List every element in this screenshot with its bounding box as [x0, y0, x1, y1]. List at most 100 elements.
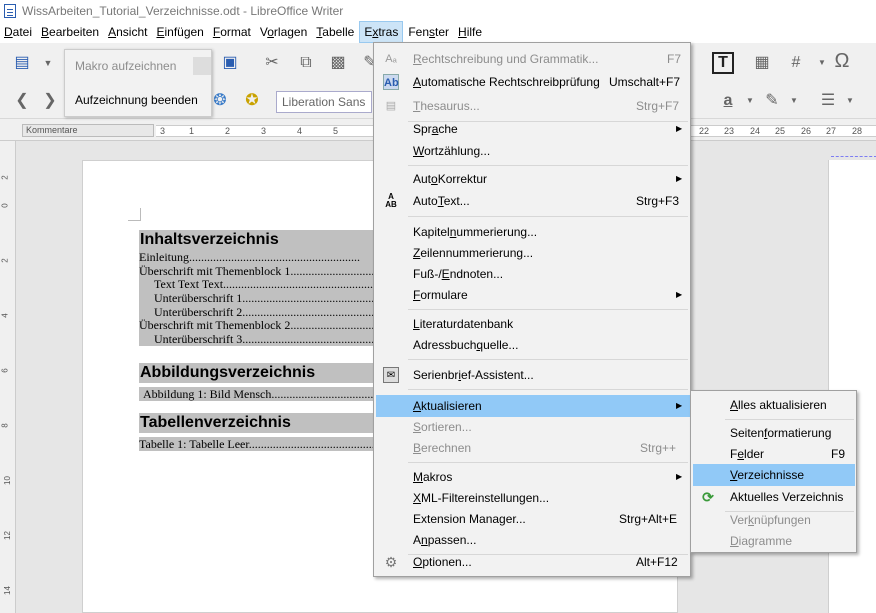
table-of-contents[interactable]: Inhaltsverzeichnis Einleitung...........… [139, 230, 375, 346]
menu-item-berechnen[interactable]: Berechnen Strg++ [374, 437, 690, 459]
gallery-icon[interactable]: ✪ [242, 91, 262, 111]
toc-entry[interactable]: Unterüberschrift 1......................… [139, 291, 375, 305]
copy-icon[interactable]: ⧉ [296, 53, 316, 73]
mail-merge-icon: ✉ [383, 367, 399, 383]
vruler-number: 8 [0, 423, 10, 428]
menu-fenster[interactable]: Fenster [404, 21, 453, 43]
image-icon[interactable]: ▦ [752, 53, 772, 73]
menu-item-adressbuchquelle[interactable]: Adressbuchquelle... [374, 334, 690, 356]
toc-entry[interactable]: Überschrift mit Themenblock 1...........… [139, 263, 375, 278]
menu-item-extension-manager[interactable]: Extension Manager... Strg+Alt+E [374, 508, 690, 530]
submenu-item-alles-aktualisieren[interactable]: Alles aktualisieren [691, 394, 856, 416]
toc-entry[interactable]: Unterüberschrift 2......................… [139, 304, 375, 319]
update-submenu: Alles aktualisieren Seitenformatierung F… [690, 390, 857, 553]
menu-hilfe[interactable]: Hilfe [454, 21, 486, 43]
ruler-number: 1 [189, 126, 195, 136]
vruler-number: 2 [0, 258, 10, 263]
toc-entry[interactable]: Unterüberschrift 3......................… [139, 332, 375, 346]
stop-recording-item[interactable]: Aufzeichnung beenden [75, 93, 198, 107]
menu-item-aktualisieren[interactable]: Aktualisieren ▶ [376, 395, 690, 417]
paste-icon[interactable]: ▩ [328, 53, 348, 73]
menu-item-autokorrektur[interactable]: AutoKorrektur ▶ [374, 168, 690, 190]
menu-item-anpassen[interactable]: Anpassen... [374, 529, 690, 551]
menu-item-thesaurus[interactable]: ▤ Thesaurus... Strg+F7 [374, 95, 690, 117]
record-macro-icon [193, 57, 211, 75]
submenu-item-felder[interactable]: Felder F9 [691, 443, 856, 465]
submenu-arrow-icon: ▶ [676, 401, 683, 410]
submenu-item-diagramme[interactable]: Diagramme [691, 530, 856, 552]
font-name-box[interactable]: Liberation Sans [276, 91, 372, 113]
menu-item-formulare[interactable]: Formulare ▶ [374, 284, 690, 306]
field-dropdown-icon[interactable]: ▼ [812, 53, 832, 73]
menu-bearbeiten[interactable]: Bearbeiten [37, 21, 103, 43]
menu-item-xml-filtereinstellungen[interactable]: XML-Filtereinstellungen... [374, 487, 690, 509]
vruler-number: 6 [0, 368, 10, 373]
menu-item-literaturdatenbank[interactable]: Literaturdatenbank [374, 313, 690, 335]
submenu-item-seitenformatierung[interactable]: Seitenformatierung [691, 422, 856, 444]
new-dropdown-icon[interactable]: ▼ [38, 53, 58, 73]
figures-entry[interactable]: Abbildung 1: Bild Mensch................… [139, 387, 375, 401]
list-icon[interactable]: ☰ [818, 91, 838, 111]
submenu-arrow-icon: ▶ [676, 472, 683, 481]
menu-item-autotext[interactable]: A AB AutoText... Strg+F3 [374, 190, 690, 212]
menu-item-zeilennummerierung[interactable]: Zeilennummerierung... [374, 242, 690, 264]
menu-item-wortzaehlung[interactable]: Wortzählung... [374, 140, 690, 162]
menu-item-sortieren[interactable]: Sortieren... [374, 416, 690, 438]
ruler-number: 3 [160, 126, 166, 136]
navigator-icon[interactable]: ❂ [210, 91, 230, 111]
comments-ruler-label[interactable]: Kommentare [22, 124, 154, 137]
undo-icon[interactable]: ❮ [12, 91, 32, 111]
menu-datei[interactable]: Datei [0, 21, 36, 43]
menu-separator [725, 419, 854, 420]
toc-entry[interactable]: Überschrift mit Themenblock 2...........… [139, 318, 375, 333]
cut-icon[interactable]: ✂ [262, 53, 282, 73]
list-dropdown-icon[interactable]: ▼ [840, 91, 860, 111]
menu-tabelle[interactable]: Tabelle [312, 21, 358, 43]
new-document-icon[interactable]: ▤ [12, 53, 32, 73]
spellcheck-icon: Aₐ [385, 53, 397, 65]
ruler-number: 3 [261, 126, 267, 136]
font-color-icon[interactable]: a [718, 91, 738, 111]
font-color-dropdown-icon[interactable]: ▼ [740, 91, 760, 111]
menu-separator [408, 389, 688, 390]
submenu-item-verzeichnisse[interactable]: Verzeichnisse [693, 464, 855, 486]
tables-entry[interactable]: Tabelle 1: Tabelle Leer.................… [139, 437, 375, 451]
page-boundary [831, 156, 876, 157]
menu-item-fuss-endnoten[interactable]: Fuß-/Endnoten... [374, 263, 690, 285]
toc-heading: Inhaltsverzeichnis [139, 230, 375, 250]
submenu-item-aktuelles-verzeichnis[interactable]: ⟳ Aktuelles Verzeichnis [691, 486, 856, 508]
ruler-number: 23 [724, 126, 735, 136]
vruler-number: 14 [2, 586, 12, 595]
menu-ansicht[interactable]: Ansicht [104, 21, 151, 43]
menu-item-rechtschreibung[interactable]: Aₐ Rechtschreibung und Grammatik... F7 [374, 48, 690, 70]
menu-bar: Datei Bearbeiten Ansicht Einfügen Format… [0, 21, 876, 43]
menu-item-makros[interactable]: Makros ▶ [374, 466, 690, 488]
tables-index[interactable]: Tabellenverzeichnis Tabelle 1: Tabelle L… [139, 413, 375, 451]
menu-item-optionen[interactable]: ⚙ Optionen... Alt+F12 [374, 551, 690, 573]
ruler-number: 4 [297, 126, 303, 136]
toc-entry[interactable]: Einleitung..............................… [139, 250, 375, 264]
text-box-icon[interactable]: T [712, 52, 734, 74]
menu-vorlagen[interactable]: Vorlagen [256, 21, 311, 43]
ruler-number: 28 [852, 126, 863, 136]
autotext-icon: A AB [385, 192, 397, 209]
highlight-icon[interactable]: ✎ [762, 91, 782, 111]
highlight-dropdown-icon[interactable]: ▼ [784, 91, 804, 111]
ruler-number: 5 [333, 126, 339, 136]
figures-index[interactable]: Abbildungsverzeichnis Abbildung 1: Bild … [139, 363, 375, 401]
figures-heading: Abbildungsverzeichnis [139, 363, 375, 383]
macro-record-icon[interactable]: ▣ [220, 53, 240, 73]
menu-extras[interactable]: Extras [359, 21, 404, 43]
menu-einfuegen[interactable]: Einfügen [152, 21, 207, 43]
toc-entry[interactable]: Text Text Text..........................… [139, 277, 375, 292]
submenu-item-verknuepfungen[interactable]: Verknüpfungen [691, 509, 856, 531]
menu-item-sprache[interactable]: Sprache ▶ [374, 118, 690, 140]
menu-item-serienbrief-assistent[interactable]: ✉ Serienbrief-Assistent... [374, 364, 690, 386]
menu-format[interactable]: Format [209, 21, 255, 43]
field-icon[interactable]: # [786, 53, 806, 73]
special-character-icon[interactable]: Ω [832, 51, 852, 71]
record-macro-item[interactable]: Makro aufzeichnen [75, 59, 176, 73]
redo-icon[interactable]: ❯ [40, 91, 60, 111]
menu-item-kapitelnummerierung[interactable]: Kapitelnummerierung... [374, 221, 690, 243]
menu-item-auto-rechtschreibpruefung[interactable]: Ab Automatische Rechtschreibprüfung Umsc… [374, 71, 690, 93]
